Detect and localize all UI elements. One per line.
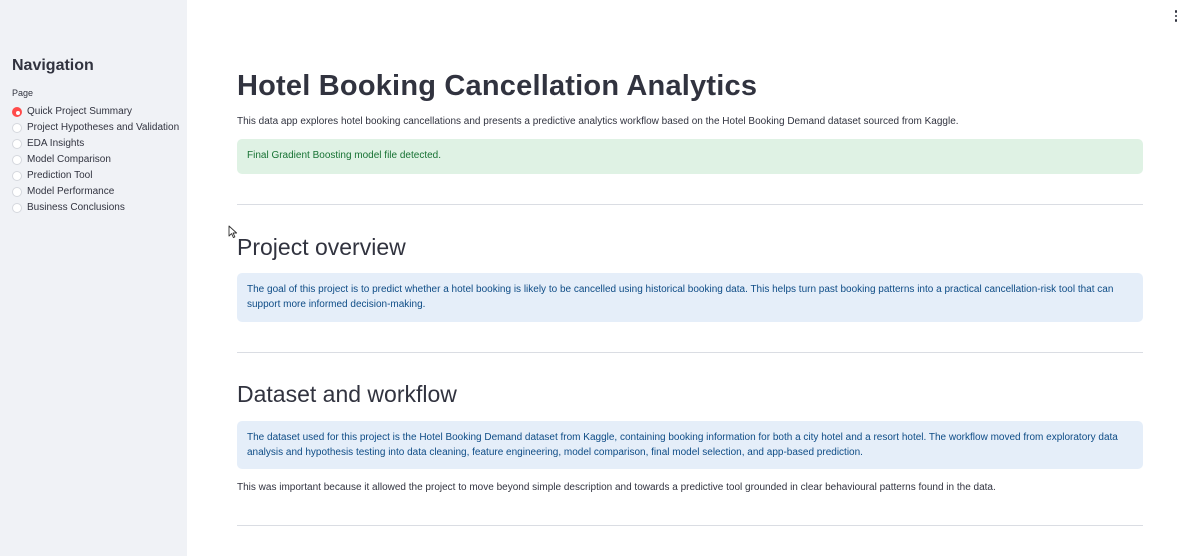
divider xyxy=(237,352,1143,353)
sidebar-item-label: Model Comparison xyxy=(27,154,111,165)
overview-heading: Project overview xyxy=(237,234,406,260)
dataset-note: This was important because it allowed th… xyxy=(237,482,996,493)
sidebar-item-label: Project Hypotheses and Validation xyxy=(27,122,180,133)
page-title: Hotel Booking Cancellation Analytics xyxy=(237,70,758,102)
radio-button-icon[interactable] xyxy=(12,203,22,213)
sidebar-item-eda-insights[interactable]: EDA Insights xyxy=(12,136,182,152)
radio-button-icon[interactable] xyxy=(12,155,22,165)
sidebar-item-label: Prediction Tool xyxy=(27,170,93,181)
divider xyxy=(237,204,1143,205)
sidebar-item-label: Quick Project Summary xyxy=(27,106,133,117)
radio-button-icon[interactable] xyxy=(12,139,22,149)
sidebar-item-model-performance[interactable]: Model Performance xyxy=(12,184,182,200)
radio-button-icon[interactable] xyxy=(12,123,22,133)
sidebar-item-label: Business Conclusions xyxy=(27,202,125,213)
sidebar-item-prediction-tool[interactable]: Prediction Tool xyxy=(12,168,182,184)
sidebar-item-model-comparison[interactable]: Model Comparison xyxy=(12,152,182,168)
sidebar-item-label: Model Performance xyxy=(27,186,115,197)
page-radio-group: Quick Project Summary Project Hypotheses … xyxy=(12,104,182,216)
page-radio-label: Page xyxy=(12,88,34,98)
sidebar-title: Navigation xyxy=(12,57,94,74)
dataset-info-box: The dataset used for this project is the… xyxy=(237,421,1143,469)
sidebar: Navigation Page Quick Project Summary Pro… xyxy=(0,0,187,556)
vertical-ellipsis-icon xyxy=(1174,19,1178,22)
dataset-heading: Dataset and workflow xyxy=(237,381,457,407)
radio-button-icon[interactable] xyxy=(12,187,22,197)
main-menu-button[interactable] xyxy=(1170,8,1182,24)
sidebar-item-business-conclusions[interactable]: Business Conclusions xyxy=(12,200,182,216)
sidebar-item-label: EDA Insights xyxy=(27,138,85,149)
divider xyxy=(237,525,1143,526)
success-alert: Final Gradient Boosting model file detec… xyxy=(237,139,1143,174)
overview-info-box: The goal of this project is to predict w… xyxy=(237,273,1143,322)
vertical-ellipsis-icon xyxy=(1174,10,1178,13)
sidebar-item-project-hypotheses-and-validation[interactable]: Project Hypotheses and Validation xyxy=(12,120,182,136)
sidebar-item-quick-project-summary[interactable]: Quick Project Summary xyxy=(12,104,182,120)
radio-button-icon[interactable] xyxy=(12,107,22,117)
vertical-ellipsis-icon xyxy=(1174,14,1178,18)
radio-button-icon[interactable] xyxy=(12,171,22,181)
intro-text: This data app explores hotel booking can… xyxy=(237,116,959,127)
